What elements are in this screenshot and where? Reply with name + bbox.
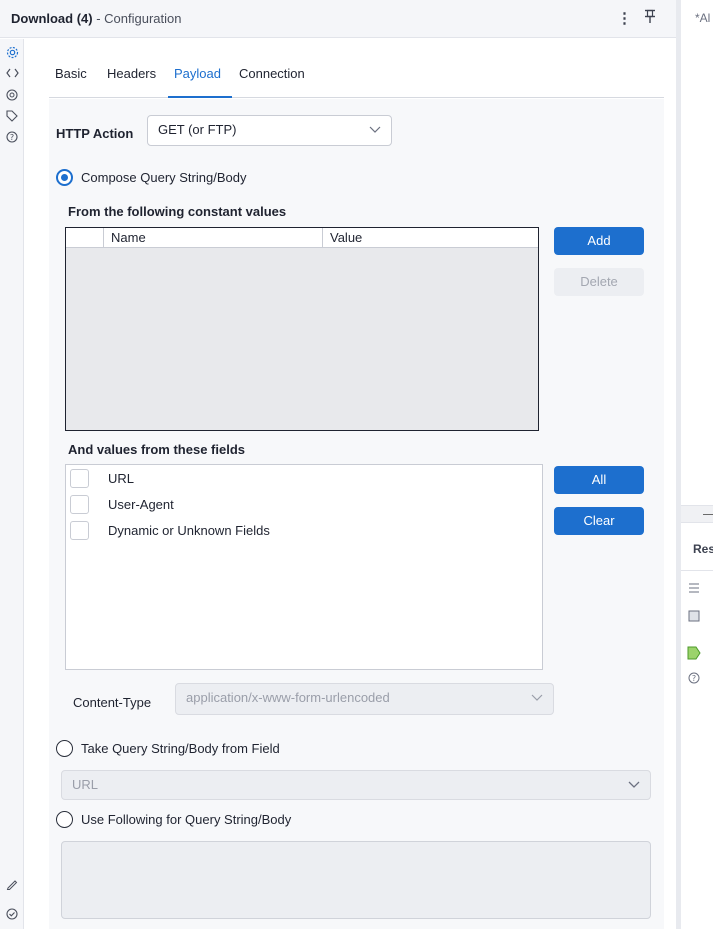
tab-connection[interactable]: Connection (239, 66, 305, 81)
compose-radio[interactable] (56, 169, 73, 186)
query-body-textarea[interactable] (61, 841, 651, 919)
check-circle-icon[interactable] (5, 908, 19, 922)
pin-icon[interactable] (644, 9, 656, 28)
grid-header-value: Value (330, 230, 363, 245)
results-divider (681, 570, 713, 571)
http-action-value: GET (or FTP) (158, 122, 237, 137)
chevron-down-icon (628, 776, 640, 795)
table-icon[interactable] (687, 610, 701, 624)
help-icon[interactable]: ? (687, 672, 701, 686)
query-field-value: URL (72, 777, 99, 792)
grid-header-name: Name (104, 228, 323, 248)
field-label: URL (108, 471, 135, 486)
take-from-field-label: Take Query String/Body from Field (81, 741, 280, 756)
grid-header-select (66, 228, 104, 248)
svg-text:?: ? (692, 674, 696, 683)
splitter-handle-icon[interactable]: — (703, 506, 713, 521)
field-label: Dynamic or Unknown Fields (108, 523, 270, 538)
clear-button[interactable]: Clear (554, 507, 644, 535)
take-from-field-radio[interactable] (56, 740, 73, 757)
dynamic-fields-checkbox[interactable] (70, 521, 89, 540)
tag-icon[interactable] (5, 110, 19, 124)
tag-icon[interactable] (687, 646, 701, 660)
use-following-label: Use Following for Query String/Body (81, 812, 292, 827)
content-type-label: Content-Type (73, 695, 151, 710)
compose-label: Compose Query String/Body (81, 170, 247, 185)
active-tab-indicator (168, 96, 232, 98)
content-type-value: application/x-www-form-urlencoded (186, 690, 390, 705)
help-icon[interactable]: ? (5, 131, 19, 145)
tab-basic[interactable]: Basic (55, 66, 87, 81)
field-label: User-Agent (108, 497, 174, 512)
code-icon[interactable] (5, 68, 19, 82)
list-icon[interactable] (687, 582, 701, 596)
window-subtitle: - Configuration (92, 11, 182, 26)
more-menu-icon[interactable]: ⋮ (617, 9, 632, 27)
tool-name: Download (4) (11, 11, 93, 26)
add-button[interactable]: Add (554, 227, 644, 255)
grid-header: Name Value (66, 228, 538, 248)
config-icon-rail: ? (0, 39, 24, 929)
settings-icon[interactable] (5, 46, 19, 60)
url-checkbox[interactable] (70, 469, 89, 488)
user-agent-checkbox[interactable] (70, 495, 89, 514)
query-field-select[interactable]: URL (61, 770, 651, 800)
configuration-panel: Basic Headers Payload Connection HTTP Ac… (25, 39, 676, 929)
horizontal-splitter[interactable]: — (681, 505, 713, 523)
fields-label: And values from these fields (68, 442, 245, 457)
results-tab[interactable]: Res (693, 542, 713, 556)
chevron-down-icon (369, 121, 381, 140)
window-title: Download (4) - Configuration (11, 11, 182, 26)
payload-form: HTTP Action GET (or FTP) Compose Query S… (49, 99, 664, 929)
content-type-text: Content-Type (73, 695, 152, 710)
delete-button[interactable]: Delete (554, 268, 644, 296)
chevron-down-icon (531, 689, 543, 708)
tab-divider (49, 97, 664, 98)
constants-label: From the following constant values (68, 204, 287, 219)
edit-icon[interactable] (5, 878, 19, 892)
tab-payload[interactable]: Payload (174, 66, 221, 81)
field-list: URL User-Agent Dynamic or Unknown Fields (65, 464, 543, 670)
content-type-select[interactable]: application/x-www-form-urlencoded (175, 683, 554, 715)
constants-grid[interactable]: Name Value (65, 227, 539, 431)
http-action-label: HTTP Action (56, 126, 134, 141)
annotation-icon[interactable] (5, 89, 19, 103)
canvas-tab[interactable]: *Al (695, 11, 710, 25)
all-button[interactable]: All (554, 466, 644, 494)
use-following-radio[interactable] (56, 811, 73, 828)
tab-headers[interactable]: Headers (107, 66, 156, 81)
window-header: Download (4) - Configuration ⋮ (0, 0, 676, 38)
http-action-select[interactable]: GET (or FTP) (147, 115, 392, 146)
svg-text:?: ? (10, 133, 14, 142)
right-panel: *Al — Res ? (681, 0, 713, 929)
